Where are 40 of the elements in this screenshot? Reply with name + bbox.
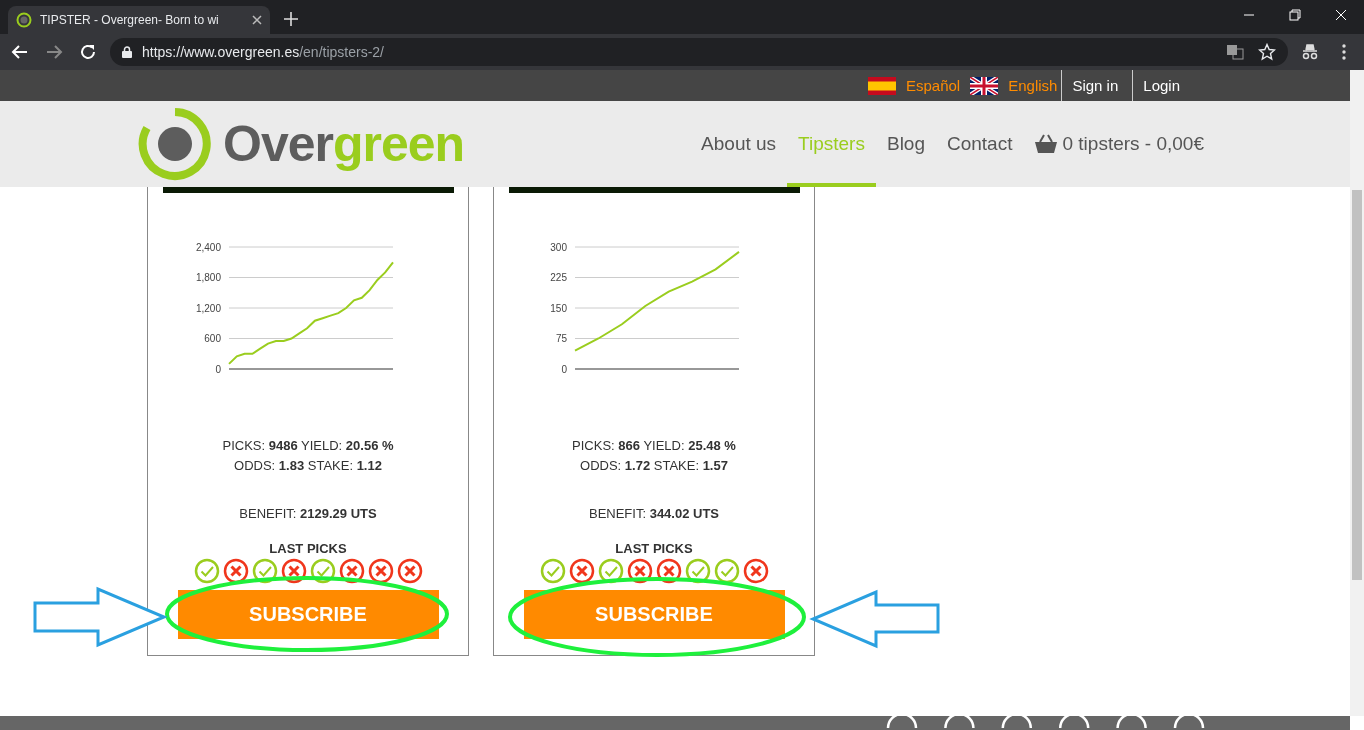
- language-link[interactable]: English: [1008, 77, 1058, 94]
- tab-title: TIPSTER - Overgreen- Born to wi: [40, 13, 220, 27]
- stats-text: PICKS: 9486 YIELD: 20.56 %: [222, 437, 394, 455]
- axis-tick-label: 75: [555, 333, 567, 344]
- scrollbar[interactable]: [1350, 70, 1364, 716]
- axis-tick-label: 300: [550, 241, 567, 253]
- uk-flag-icon: [970, 76, 999, 95]
- cart-link[interactable]: 0 tipsters - 0,00€: [1023, 101, 1204, 187]
- new-tab-icon[interactable]: [284, 12, 298, 26]
- lock-icon: [122, 46, 132, 58]
- stats-text: ODDS: 1.83 STAKE: 1.12: [233, 457, 383, 475]
- axis-tick-label: 600: [204, 333, 221, 344]
- close-icon[interactable]: [252, 15, 262, 25]
- spain-flag-icon: [868, 76, 896, 95]
- logo-icon: [16, 12, 32, 28]
- address-bar[interactable]: https://www.overgreen.es/en/tipsters-2/: [110, 38, 1288, 66]
- stats-text: PICKS: 866 YIELD: 25.48 %: [572, 437, 736, 455]
- language-link[interactable]: Español: [906, 77, 961, 94]
- star-icon[interactable]: [1258, 43, 1276, 61]
- axis-tick-label: 1,800: [195, 272, 221, 283]
- logo-text: Overgreen: [223, 115, 465, 173]
- logo-icon: [137, 106, 213, 182]
- axis-tick-label: 150: [550, 302, 567, 314]
- nav-link[interactable]: About us: [690, 101, 788, 187]
- axis-tick-label: 0: [215, 363, 221, 375]
- benefit-text: BENEFIT: 344.02 UTS: [588, 506, 720, 521]
- basket-icon: [1034, 134, 1059, 154]
- translate-icon[interactable]: [1226, 43, 1244, 61]
- stats-text: ODDS: 1.72 STAKE: 1.57: [579, 457, 729, 475]
- url-text: https://www.overgreen.es/en/tipsters-2/: [142, 44, 384, 60]
- axis-tick-label: 0: [561, 363, 567, 375]
- last-picks-label: LAST PICKS: [269, 541, 347, 556]
- browser-tab[interactable]: TIPSTER - Overgreen- Born to wi: [8, 6, 270, 34]
- nav-link[interactable]: Contact: [936, 101, 1024, 187]
- benefit-text: BENEFIT: 2129.29 UTS: [239, 506, 377, 521]
- axis-tick-label: 1,200: [195, 302, 221, 314]
- axis-tick-label: 225: [550, 272, 567, 283]
- last-picks-label: LAST PICKS: [615, 541, 693, 556]
- nav-link[interactable]: Blog: [875, 101, 936, 187]
- axis-tick-label: 2,400: [195, 241, 221, 253]
